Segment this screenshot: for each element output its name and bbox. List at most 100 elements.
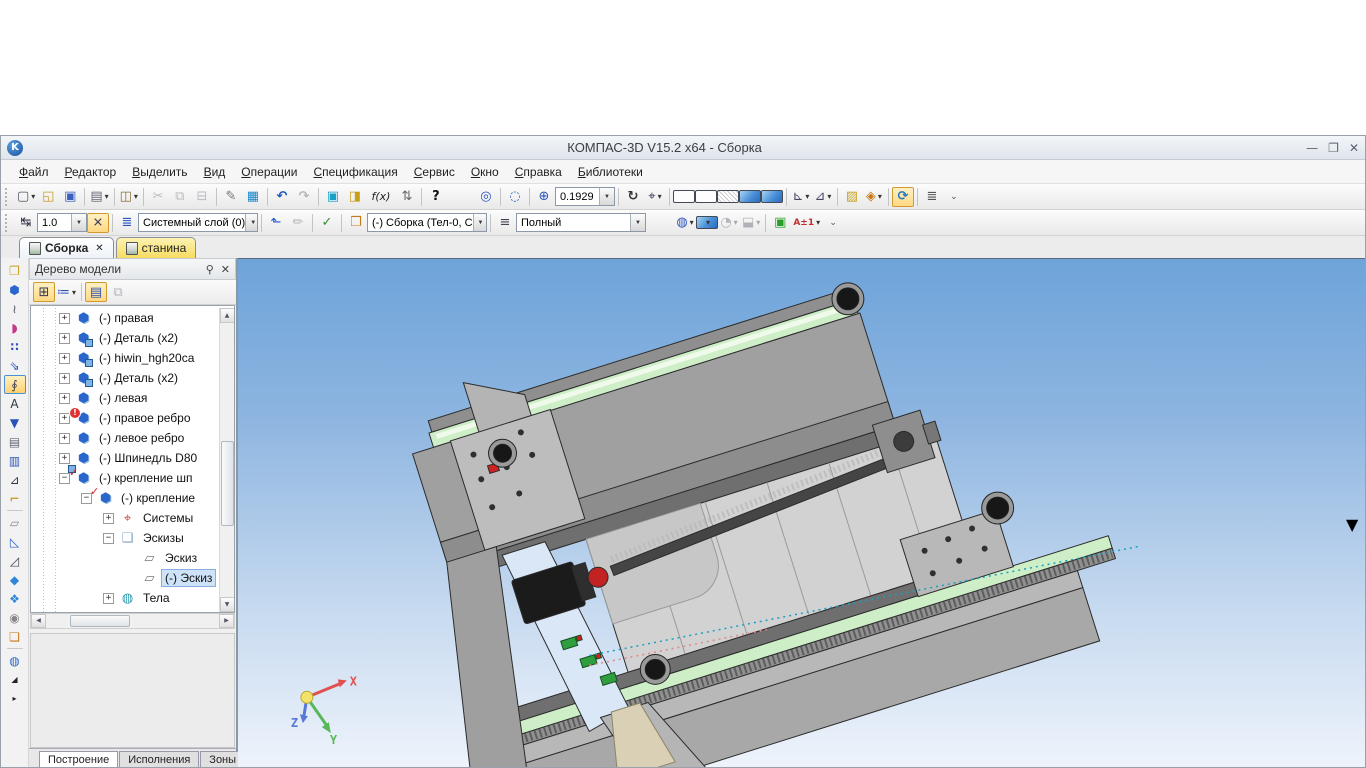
tree-horizontal-scrollbar[interactable]: ◀ ▶ <box>30 613 235 629</box>
section-display[interactable]: ⬓ <box>740 213 762 233</box>
hide-elements[interactable]: ⊿ <box>812 187 834 207</box>
tree-item[interactable]: + (-) Шпинедль D80 <box>31 448 219 468</box>
toolbar-button[interactable] <box>420 187 422 206</box>
tree-mode-tab[interactable]: Исполнения <box>119 751 200 767</box>
toolbar-button[interactable] <box>341 213 342 232</box>
view-hidden-thin[interactable] <box>716 190 739 203</box>
component-combo[interactable]: (-) Сборка (Тел-0, С <box>367 213 487 232</box>
tree-item[interactable]: + (-) Деталь (x2) <box>31 328 219 348</box>
current-step[interactable]: ↹ <box>15 213 37 233</box>
view-wireframe[interactable] <box>672 190 695 203</box>
tree-item[interactable]: + (-) правое ребро <box>31 406 219 428</box>
expand-toggle[interactable]: + <box>59 452 70 464</box>
menu-item[interactable]: Сервис <box>406 162 463 182</box>
menu-item[interactable]: Окно <box>463 162 507 182</box>
toolbar-button[interactable] <box>112 213 113 232</box>
variables[interactable]: f(x) <box>366 187 396 207</box>
toolbar-button[interactable] <box>113 187 115 206</box>
design-tree-toggle[interactable]: ≣ <box>921 187 943 207</box>
menu-item[interactable]: Справка <box>507 162 570 182</box>
reports[interactable]: ▥ <box>4 451 26 470</box>
menu-item[interactable]: Редактор <box>57 162 125 182</box>
compact-button[interactable] <box>6 510 23 511</box>
tree-item[interactable]: Эскиз <box>31 548 219 568</box>
tree-section-view[interactable]: ≔ <box>55 282 78 302</box>
undo[interactable]: ↶ <box>271 187 293 207</box>
local-part[interactable]: ❏ <box>4 627 26 646</box>
toolbar-button[interactable] <box>836 187 838 206</box>
expand-toggle[interactable]: + <box>59 392 70 404</box>
expand-toggle[interactable]: − <box>103 532 114 544</box>
spec-editor[interactable]: ▦ <box>242 187 264 207</box>
tree-item[interactable]: + Тела <box>31 588 219 608</box>
tree-composition[interactable]: ▤ <box>85 282 108 302</box>
view-shaded[interactable] <box>738 190 761 203</box>
through-plane[interactable]: ◿ <box>4 551 26 570</box>
new-document[interactable]: ▢ <box>15 187 37 207</box>
machine-model[interactable] <box>351 259 1145 767</box>
toolbar-button[interactable] <box>887 187 889 206</box>
tolerance-dimension[interactable]: A±1 <box>791 213 822 233</box>
zoom-in[interactable]: ⊕ <box>533 187 555 207</box>
paste[interactable]: ⊟ <box>191 187 213 207</box>
array-components[interactable]: ∷ <box>4 337 26 356</box>
scroll-left-icon[interactable]: ◀ <box>31 614 46 628</box>
restore-button[interactable]: ❐ <box>1328 141 1339 155</box>
filter-objects[interactable]: ▼ <box>4 413 26 432</box>
panel-corner[interactable]: ◢ <box>4 670 26 689</box>
check-position[interactable]: ✓ <box>316 213 338 233</box>
menu-item[interactable]: Операции <box>233 162 305 182</box>
tree-item[interactable]: + (-) правая <box>31 308 219 328</box>
save-document[interactable]: ▣ <box>59 187 81 207</box>
tree-mode-tab[interactable]: Построение <box>39 751 119 767</box>
dimensions-3d[interactable]: ▣ <box>769 213 791 233</box>
spline-3d[interactable]: ≀ <box>4 299 26 318</box>
expand-toggle[interactable]: + <box>59 432 70 444</box>
open-document[interactable]: ◱ <box>37 187 59 207</box>
context-help[interactable]: ? <box>425 187 447 207</box>
tree-tool-button[interactable] <box>81 283 83 301</box>
tree-item[interactable]: − Эскизы <box>31 528 219 548</box>
toolbar-overflow[interactable]: ⌄ <box>822 213 844 233</box>
mate-components[interactable]: ⇘ <box>4 356 26 375</box>
zoom-area[interactable]: ◌ <box>504 187 526 207</box>
detail-level-combo[interactable]: Полный <box>516 213 646 232</box>
measure[interactable]: A <box>4 394 26 413</box>
redo[interactable]: ↷ <box>293 187 315 207</box>
toolbar-button[interactable] <box>916 187 918 206</box>
menu-item[interactable]: Библиотеки <box>570 162 651 182</box>
offset-plane[interactable]: ▱ <box>4 513 26 532</box>
toolbar-button[interactable] <box>528 187 530 206</box>
add-component[interactable]: ⬢ <box>4 280 26 299</box>
toolbar-button[interactable] <box>261 213 262 232</box>
snaps[interactable]: ⨯ <box>87 212 109 233</box>
tree-item[interactable]: + (-) левое ребро <box>31 428 219 448</box>
specification[interactable]: ▤ <box>4 432 26 451</box>
tree-item[interactable]: (-) Эскиз <box>31 568 219 588</box>
copy[interactable]: ⧉ <box>169 187 191 207</box>
view-shaded-edges[interactable] <box>760 190 783 203</box>
expand-toggle[interactable] <box>125 573 136 584</box>
copy-properties[interactable]: ✎ <box>220 187 242 207</box>
graphics-viewport[interactable]: X Y Z <box>238 258 1365 767</box>
normal-plane[interactable]: ◆ <box>4 570 26 589</box>
compact-button[interactable] <box>6 648 23 649</box>
minimize-button[interactable]: — <box>1306 141 1318 155</box>
document-tab[interactable]: Сборка ✕ <box>19 237 114 258</box>
step-combo[interactable]: 1.0 <box>37 213 87 232</box>
corner-feature[interactable]: ⌐ <box>4 489 26 508</box>
pin-icon[interactable]: ⚲ <box>206 263 214 276</box>
toolbar-button[interactable] <box>617 187 619 206</box>
horizontal-scroll-thumb[interactable] <box>70 615 130 627</box>
edit-component[interactable]: ❒ <box>4 261 26 280</box>
structure-display[interactable]: ≡ <box>494 213 516 233</box>
expand-toggle[interactable]: + <box>103 592 114 604</box>
print-preview[interactable]: ◫ <box>118 187 140 207</box>
cut[interactable]: ✂ <box>147 187 169 207</box>
toolbar-button[interactable] <box>668 187 670 206</box>
expand-toggle[interactable]: + <box>59 312 70 324</box>
menu-item[interactable]: Файл <box>11 162 57 182</box>
tree-vertical-scrollbar[interactable]: ▲ ▼ <box>219 308 234 612</box>
toolbar-button[interactable] <box>449 187 471 207</box>
quick-dimension[interactable]: ⊾ <box>790 187 812 207</box>
